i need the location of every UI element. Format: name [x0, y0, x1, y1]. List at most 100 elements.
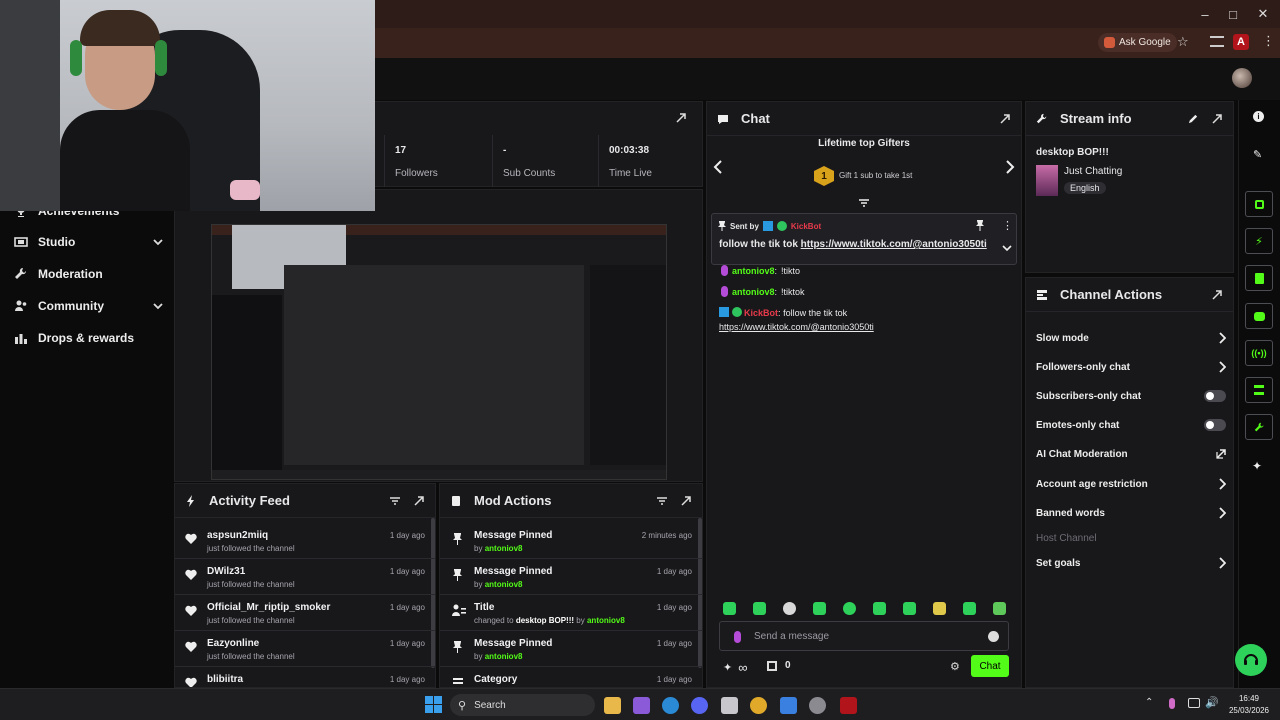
chat-link[interactable]: https://www.tiktok.com/@antonio3050ti: [719, 322, 874, 332]
rail-button-stream-info[interactable]: [1245, 414, 1273, 440]
by-label: by: [576, 616, 585, 625]
emote-icon[interactable]: [753, 602, 766, 615]
emote-icon[interactable]: [963, 602, 976, 615]
clock[interactable]: 16:49 25/03/2026: [1226, 693, 1272, 717]
sidebar-item-moderation[interactable]: Moderation: [14, 263, 164, 285]
filter-icon[interactable]: [389, 495, 401, 507]
chat-username[interactable]: KickBot: [744, 308, 778, 318]
pinned-username[interactable]: KickBot: [791, 222, 821, 231]
pin-icon: [718, 221, 726, 231]
mail-icon[interactable]: [780, 697, 797, 714]
rail-button-stream[interactable]: [1245, 191, 1273, 217]
send-chat-button[interactable]: Chat: [971, 655, 1009, 677]
moderator-name[interactable]: antoniov8: [485, 544, 523, 553]
mod-actions-header: Mod Actions: [440, 484, 702, 518]
support-chat-button[interactable]: [1235, 644, 1267, 676]
emote-icon[interactable]: [723, 602, 736, 615]
rail-button-mod-actions[interactable]: [1245, 265, 1273, 291]
set-goals-row[interactable]: Set goals: [1036, 554, 1226, 572]
discord-icon[interactable]: [691, 697, 708, 714]
emote-icon[interactable]: [873, 602, 886, 615]
chat-username[interactable]: antoniov8: [732, 266, 775, 276]
moderator-name[interactable]: antoniov8: [485, 652, 523, 661]
moderator-name[interactable]: antoniov8: [587, 616, 625, 625]
stream-category[interactable]: Just Chatting: [1064, 166, 1122, 177]
emote-icon[interactable]: [933, 602, 946, 615]
unpin-icon[interactable]: [976, 220, 984, 231]
store-icon[interactable]: [721, 697, 738, 714]
broadcast-icon: ((•)): [1251, 348, 1267, 358]
sidebar-item-community[interactable]: Community: [14, 295, 164, 317]
file-explorer-icon[interactable]: [604, 697, 621, 714]
chat-settings-icon[interactable]: ⚙: [950, 660, 960, 673]
emote-icon[interactable]: [843, 602, 856, 615]
popout-icon[interactable]: [680, 495, 692, 507]
slow-mode-row[interactable]: Slow mode: [1036, 329, 1226, 347]
rail-button-channel-actions[interactable]: [1245, 377, 1273, 403]
pinned-link[interactable]: https://www.tiktok.com/@antonio3050ti: [801, 239, 987, 250]
expand-pinned-icon[interactable]: [1002, 244, 1012, 252]
stat-sub-counts: - Sub Counts: [492, 135, 598, 187]
popout-icon[interactable]: [1211, 113, 1223, 125]
subscribers-only-toggle[interactable]: [1204, 390, 1226, 402]
chat-input[interactable]: Send a message: [719, 621, 1009, 651]
taskbar-search[interactable]: ⚲ Search: [450, 694, 595, 716]
points-balance[interactable]: 0: [767, 660, 791, 671]
moderator-name[interactable]: antoniov8: [485, 580, 523, 589]
emotes-only-toggle[interactable]: [1204, 419, 1226, 431]
popout-icon[interactable]: [675, 112, 687, 124]
banned-words-row[interactable]: Banned words: [1036, 504, 1226, 522]
popout-icon[interactable]: [413, 495, 425, 507]
gifters-prev-button[interactable]: [713, 160, 723, 174]
bookmark-star-icon[interactable]: ☆: [1177, 34, 1189, 50]
close-icon[interactable]: ✕: [1246, 0, 1280, 28]
wrench-icon: [1036, 113, 1047, 123]
windows-start-icon[interactable]: [425, 696, 442, 713]
sidebar-item-studio[interactable]: Studio: [14, 231, 164, 253]
rail-button-broadcast[interactable]: ((•)): [1245, 340, 1273, 366]
rail-button-chat[interactable]: [1245, 303, 1273, 329]
stream-video[interactable]: [211, 224, 667, 480]
edit-pencil-icon[interactable]: [1188, 113, 1199, 124]
followers-only-row[interactable]: Followers-only chat: [1036, 358, 1226, 376]
account-age-row[interactable]: Account age restriction: [1036, 475, 1226, 493]
channel-points[interactable]: ✦ ∞: [723, 660, 748, 675]
popout-icon[interactable]: [999, 113, 1011, 125]
category-thumbnail[interactable]: [1036, 165, 1058, 196]
emote-icon[interactable]: [783, 602, 796, 615]
gifters-cta: Gift 1 sub to take 1st: [839, 171, 913, 180]
by-label: by: [474, 544, 483, 553]
tray-chevron-icon[interactable]: ⌃: [1145, 697, 1153, 708]
emote-icon[interactable]: [903, 602, 916, 615]
volume-icon[interactable]: 🔊: [1205, 696, 1219, 709]
info-icon[interactable]: i: [1253, 111, 1264, 122]
collapse-icon[interactable]: [858, 198, 870, 208]
chat-username[interactable]: antoniov8: [732, 287, 775, 297]
extension-icon[interactable]: A: [1233, 34, 1249, 50]
edge-icon[interactable]: [662, 697, 679, 714]
rail-button-quick-actions[interactable]: ⚡: [1245, 228, 1273, 254]
user-avatar[interactable]: [1232, 68, 1252, 88]
ask-google-button[interactable]: Ask Google: [1098, 33, 1177, 52]
more-options-icon[interactable]: ⋮: [1002, 219, 1013, 232]
copilot-icon[interactable]: [633, 697, 650, 714]
emoji-picker-icon[interactable]: [988, 631, 999, 642]
reading-list-icon[interactable]: [1210, 36, 1224, 47]
add-widget-icon[interactable]: ✦: [1252, 459, 1262, 473]
popout-icon[interactable]: [1211, 289, 1223, 301]
maximize-icon[interactable]: □: [1216, 0, 1250, 28]
filter-icon[interactable]: [656, 495, 668, 507]
obs-icon[interactable]: [809, 697, 826, 714]
emote-icon[interactable]: [993, 602, 1006, 615]
sidebar-item-drops-rewards[interactable]: Drops & rewards: [14, 327, 164, 349]
ai-moderation-row[interactable]: AI Chat Moderation: [1036, 445, 1226, 463]
adobe-icon[interactable]: [840, 697, 857, 714]
chrome-icon[interactable]: [750, 697, 767, 714]
gifters-next-button[interactable]: [1005, 160, 1015, 174]
network-icon[interactable]: [1188, 698, 1200, 708]
emote-icon[interactable]: [813, 602, 826, 615]
community-icon: [15, 300, 27, 311]
edit-pencil-icon[interactable]: ✎: [1253, 148, 1262, 161]
mic-tray-icon[interactable]: [1169, 698, 1175, 709]
browser-menu-icon[interactable]: ⋮: [1262, 33, 1275, 49]
